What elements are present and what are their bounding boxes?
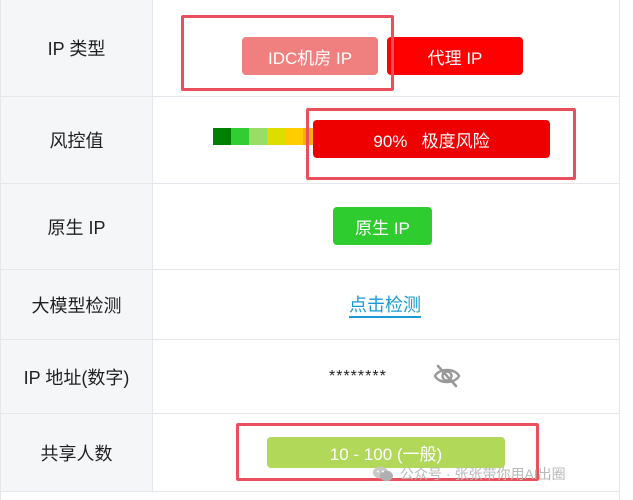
- table-row-risk: 风控值 90% 极度风险: [1, 97, 619, 184]
- row-value: 点击检测: [153, 270, 619, 339]
- eye-slash-icon[interactable]: [432, 363, 462, 389]
- risk-value-tag[interactable]: 90% 极度风险: [313, 120, 550, 158]
- click-detect-link[interactable]: 点击检测: [349, 294, 421, 318]
- row-value: 90% 极度风险: [153, 97, 619, 183]
- row-value: ********: [153, 340, 619, 413]
- risk-scale-segment: [267, 128, 285, 145]
- row-value: IDC机房 IP 代理 IP: [153, 0, 619, 96]
- risk-scale-bar: [213, 128, 321, 145]
- row-label: 原生 IP: [1, 184, 153, 269]
- table-row-ip-numeric: IP 地址(数字) ********: [1, 340, 619, 414]
- risk-scale-segment: [249, 128, 267, 145]
- row-label: IP 地址(数字): [1, 340, 153, 413]
- risk-scale-segment: [231, 128, 249, 145]
- idc-ip-tag[interactable]: IDC机房 IP: [242, 37, 378, 75]
- native-ip-tag[interactable]: 原生 IP: [333, 207, 432, 245]
- watermark-text: 公众号 · 张张带你用AI出圈: [400, 466, 566, 482]
- table-row-llm-detect: 大模型检测 点击检测: [1, 270, 619, 340]
- wechat-icon: [373, 466, 393, 482]
- table-row-native-ip: 原生 IP 原生 IP: [1, 184, 619, 270]
- row-label: 大模型检测: [1, 270, 153, 339]
- proxy-ip-tag[interactable]: 代理 IP: [387, 37, 523, 75]
- ip-info-table: IP 类型 IDC机房 IP 代理 IP 风控值 90% 极度风险 原生 IP …: [0, 0, 620, 500]
- row-label: 共享人数: [1, 414, 153, 491]
- row-label: 风控值: [1, 97, 153, 183]
- risk-scale-segment: [213, 128, 231, 145]
- table-row-ip-type: IP 类型 IDC机房 IP 代理 IP: [1, 0, 619, 97]
- masked-ip-value: ********: [329, 368, 387, 385]
- row-value: 原生 IP: [153, 184, 619, 269]
- watermark: 公众号 · 张张带你用AI出圈: [372, 464, 566, 484]
- risk-scale-segment: [285, 128, 303, 145]
- row-label: IP 类型: [1, 0, 153, 96]
